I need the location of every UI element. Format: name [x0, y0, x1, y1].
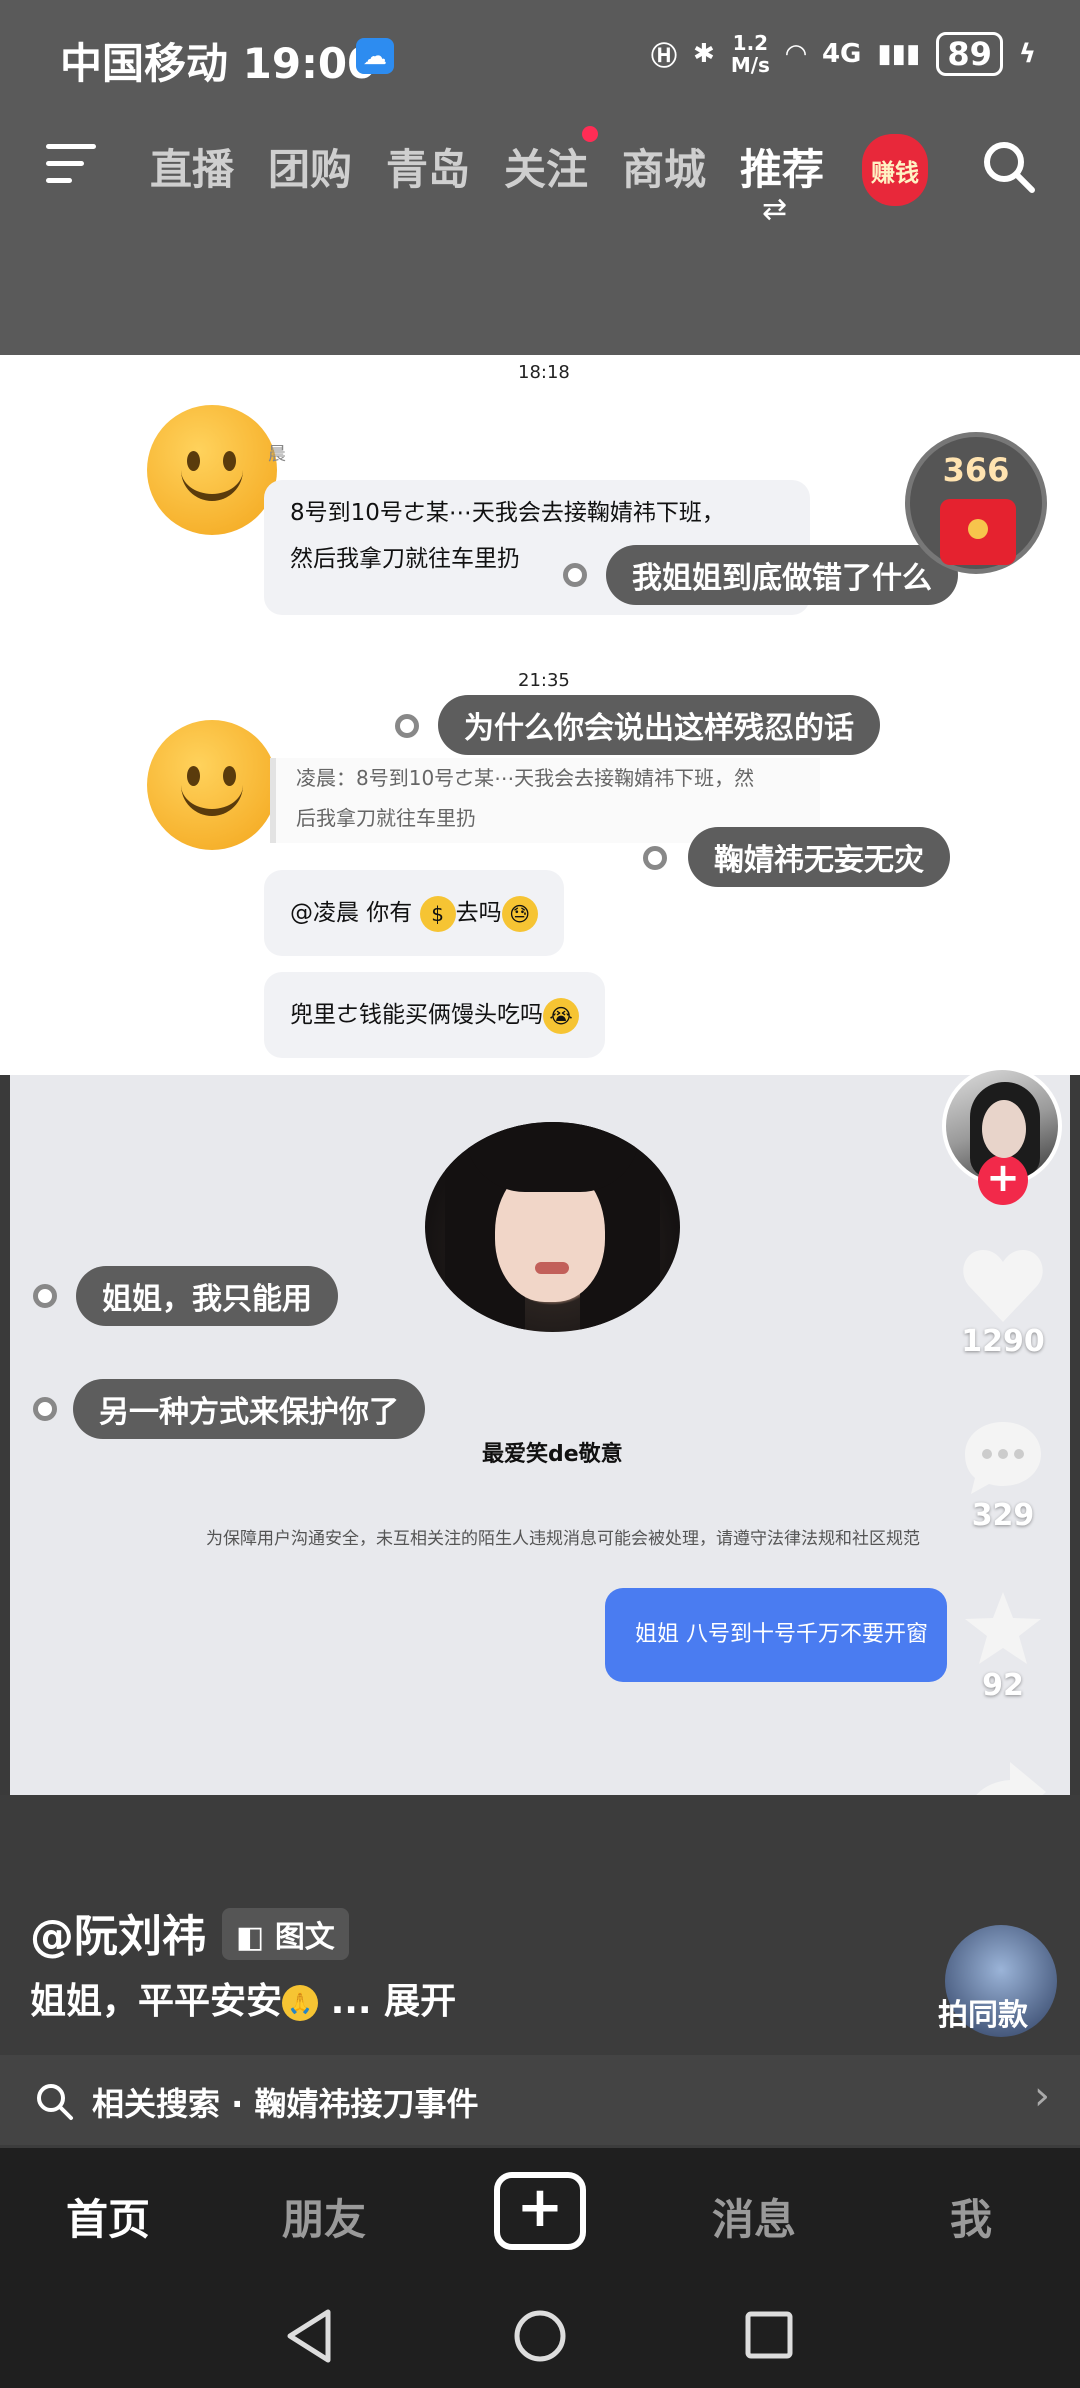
smiley-avatar: [147, 720, 277, 850]
image-post-icon: ◧: [236, 1920, 265, 1955]
money-bag-icon: $: [419, 895, 456, 932]
tab-friends[interactable]: 朋友: [282, 2186, 366, 2247]
chat-bubble: @凌晨 你有 $ 去吗 😓: [264, 870, 564, 956]
top-bar: 中国移动 19:00 ☁ Ⓗ ✱ 1.2 M/s ◠ 4G ▮▮▮ 89 ϟ 直播…: [0, 0, 1080, 355]
tab-recommend[interactable]: 推荐: [740, 136, 824, 197]
tab-group-buy[interactable]: 团购: [268, 136, 352, 197]
tab-me[interactable]: 我: [950, 2186, 992, 2247]
smiley-avatar: [147, 405, 277, 535]
wifi-icon: ◠: [785, 39, 806, 69]
tab-messages[interactable]: 消息: [712, 2186, 796, 2247]
search-icon: [37, 2084, 73, 2120]
comment-icon: [965, 1422, 1041, 1494]
recents-icon[interactable]: [744, 2310, 794, 2360]
status-bar: 中国移动 19:00 ☁ Ⓗ ✱ 1.2 M/s ◠ 4G ▮▮▮ 89 ϟ: [0, 0, 1080, 110]
follow-button[interactable]: +: [978, 1155, 1028, 1205]
like-button[interactable]: 1290: [943, 1248, 1063, 1359]
praying-emoji-icon: 🙏: [282, 1985, 319, 2021]
home-icon[interactable]: [512, 2308, 568, 2364]
menu-icon[interactable]: [46, 144, 96, 184]
sender-name: 晨: [268, 444, 286, 465]
tab-following[interactable]: 关注: [504, 136, 588, 197]
related-search-text: 相关搜索 · 鞠婧祎接刀事件: [92, 2085, 479, 2123]
system-navigation: [0, 2278, 1080, 2388]
sweat-emoji-icon: 😓: [501, 895, 538, 932]
author-username[interactable]: @阮刘祎: [30, 1900, 206, 1964]
tab-live[interactable]: 直播: [150, 136, 234, 197]
post-type-badge: ◧ 图文: [222, 1908, 349, 1960]
remix-label[interactable]: 拍同款: [938, 1990, 1028, 2034]
danmaku-dot: [395, 714, 419, 738]
danmaku-comment: 鞠婧祎无妄无灾: [688, 827, 950, 887]
danmaku-dot: [33, 1284, 57, 1308]
crying-emoji-icon: 😭: [543, 997, 579, 1034]
tab-home[interactable]: 首页: [66, 2186, 150, 2247]
notification-dot: [582, 126, 598, 142]
timestamp: 18:18: [518, 362, 570, 383]
heart-icon: [963, 1250, 1043, 1322]
network-type: 4G: [821, 39, 862, 69]
net-speed: 1.2 M/s: [730, 31, 770, 77]
back-icon[interactable]: [284, 2308, 334, 2364]
carrier-time: 中国移动 19:00: [60, 39, 377, 88]
bottom-tab-bar: 首页 朋友 + 消息 我: [0, 2148, 1080, 2278]
safety-notice: 为保障用户沟通安全，未互相关注的陌生人违规消息可能会被处理，请遵守法律法规和社区…: [206, 1529, 920, 1549]
sent-message: 姐姐 八号到十号千万不要开窗: [605, 1588, 947, 1682]
danmaku-comment: 我姐姐到底做错了什么: [606, 545, 958, 605]
related-search-bar[interactable]: 相关搜索 · 鞠婧祎接刀事件 ›: [0, 2055, 1080, 2145]
tab-mall[interactable]: 商城: [622, 136, 706, 197]
comment-button[interactable]: 329: [943, 1418, 1063, 1533]
star-icon: [965, 1592, 1041, 1664]
timestamp: 21:35: [518, 670, 570, 691]
danmaku-comment: 为什么你会说出这样残忍的话: [438, 695, 880, 755]
red-packet-widget[interactable]: 366: [905, 432, 1047, 574]
battery-level: 89: [936, 32, 1003, 76]
danmaku-comment: 另一种方式来保护你了: [73, 1379, 425, 1439]
create-post-button[interactable]: +: [494, 2172, 586, 2250]
favorite-button[interactable]: 92: [943, 1588, 1063, 1703]
chat-bubble: 兜里ㄜ钱能买俩馒头吃吗 😭: [264, 972, 605, 1058]
favorite-count: 92: [982, 1668, 1024, 1703]
hd-call-icon: Ⓗ: [651, 41, 678, 72]
top-nav: 直播 团购 青岛 关注 商城 推荐 ⇄ 赚钱: [0, 120, 1080, 227]
swap-icon[interactable]: ⇄: [762, 192, 787, 227]
status-icons: Ⓗ ✱ 1.2 M/s ◠ 4G ▮▮▮ 89 ϟ: [651, 32, 1036, 76]
danmaku-dot: [33, 1397, 57, 1421]
tab-city[interactable]: 青岛: [386, 136, 470, 197]
weather-icon: ☁: [356, 38, 394, 74]
bluetooth-icon: ✱: [693, 39, 715, 69]
post-caption[interactable]: 姐姐，平平安安 🙏 ... 展开: [30, 1972, 456, 2024]
profile-name: 最爱笑de敬意: [482, 1442, 623, 1467]
danmaku-comment: 姐姐，我只能用: [76, 1266, 338, 1326]
search-icon[interactable]: [980, 138, 1036, 194]
red-envelope-icon: [940, 499, 1016, 565]
charging-icon: ϟ: [1018, 39, 1036, 69]
signal-icon: ▮▮▮: [877, 39, 921, 69]
comment-count: 329: [971, 1498, 1035, 1533]
like-count: 1290: [961, 1324, 1045, 1359]
profile-photo: [425, 1122, 680, 1332]
earn-money-button[interactable]: 赚钱: [862, 134, 928, 206]
danmaku-dot: [563, 563, 587, 587]
chevron-right-icon: ›: [1034, 2073, 1050, 2119]
danmaku-dot: [643, 846, 667, 870]
